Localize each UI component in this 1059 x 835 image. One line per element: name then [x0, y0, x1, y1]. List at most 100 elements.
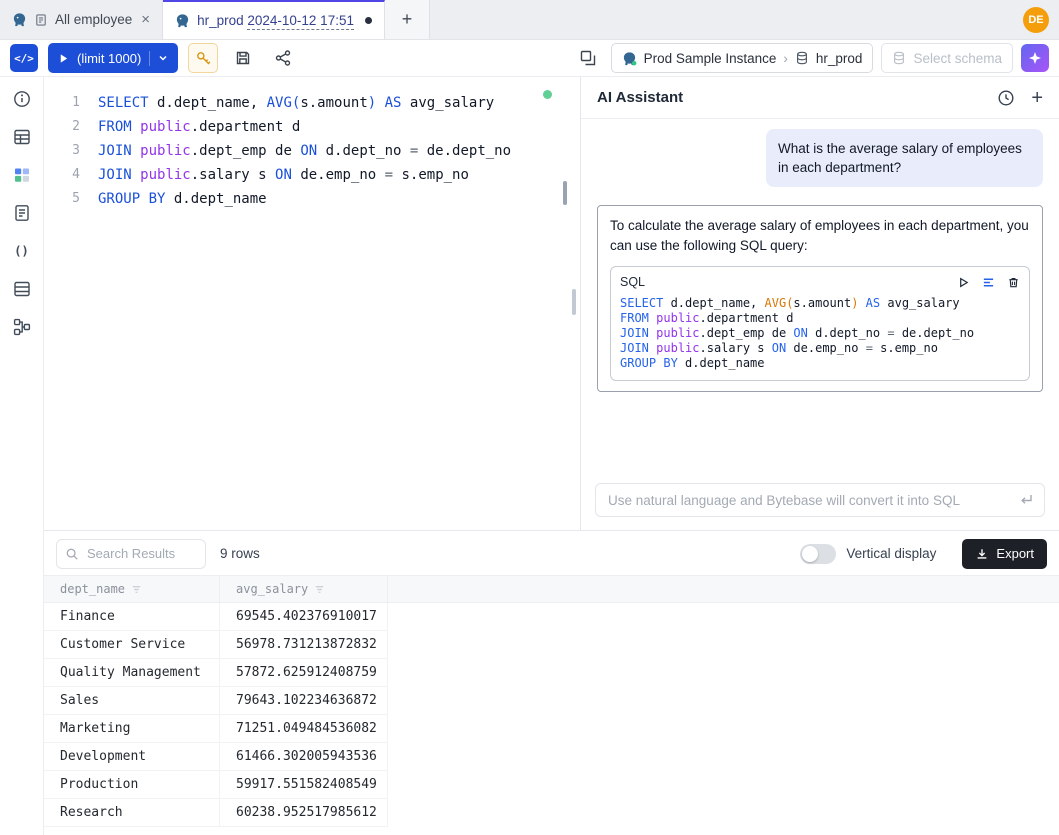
share-icon — [274, 49, 292, 67]
ai-answer-text: To calculate the average salary of emplo… — [610, 216, 1030, 256]
cell-avg-salary[interactable]: 71251.049484536082 — [220, 715, 388, 743]
cell-avg-salary[interactable]: 69545.402376910017 — [220, 603, 388, 631]
sort-icon[interactable] — [131, 584, 142, 595]
share-sheet-button[interactable] — [268, 43, 298, 73]
row-filler — [388, 603, 1059, 631]
export-label: Export — [996, 546, 1034, 561]
cell-avg-salary[interactable]: 60238.952517985612 — [220, 799, 388, 827]
splitter-grip — [572, 289, 576, 315]
cell-avg-salary[interactable]: 59917.551582408549 — [220, 771, 388, 799]
results-panel: 9 rows Vertical display Export dept_name… — [44, 532, 1059, 835]
column-header-avg-salary[interactable]: avg_salary — [220, 576, 388, 602]
worksheet-button[interactable] — [10, 201, 34, 225]
tab-all-employee[interactable]: All employee × — [0, 0, 163, 39]
cell-dept-name[interactable]: Development — [44, 743, 220, 771]
admin-mode-button[interactable] — [188, 43, 218, 73]
table-row[interactable]: Development61466.302005943536 — [44, 743, 1059, 771]
copy-panels-icon — [579, 49, 597, 67]
cell-dept-name[interactable]: Production — [44, 771, 220, 799]
table-icon — [12, 127, 32, 147]
postgres-icon — [175, 13, 190, 28]
info-button[interactable] — [10, 87, 34, 111]
table-row[interactable]: Sales79643.102234636872 — [44, 687, 1059, 715]
table-row[interactable]: Finance69545.402376910017 — [44, 603, 1059, 631]
cell-dept-name[interactable]: Research — [44, 799, 220, 827]
schema-diagram-button[interactable] — [10, 163, 34, 187]
ai-header: AI Assistant + — [581, 77, 1059, 119]
row-filler — [388, 799, 1059, 827]
new-tab-button[interactable]: + — [385, 0, 430, 39]
sql-code[interactable]: SELECT d.dept_name, AVG(s.amount) AS avg… — [98, 91, 556, 211]
join-tables-button[interactable] — [10, 315, 34, 339]
table-header-row: dept_name avg_salary — [44, 575, 1059, 603]
cell-avg-salary[interactable]: 61466.302005943536 — [220, 743, 388, 771]
unsaved-indicator — [365, 17, 372, 24]
join-tables-icon — [12, 317, 32, 337]
breadcrumb-separator: › — [783, 51, 788, 66]
ai-prompt-input[interactable] — [606, 492, 1010, 509]
search-results-box — [56, 539, 206, 569]
data-rows-button[interactable] — [10, 277, 34, 301]
procedures-button[interactable]: () — [10, 239, 34, 263]
table-row[interactable]: Customer Service56978.731213872832 — [44, 631, 1059, 659]
avatar[interactable]: DE — [1023, 7, 1049, 33]
table-row[interactable]: Marketing71251.049484536082 — [44, 715, 1059, 743]
tab-bar: All employee × hr_prod 2024-10-12 17:51 … — [0, 0, 1059, 40]
ai-code-header: SQL — [611, 267, 1029, 294]
editor-toolbar: </> (limit 1000) Prod Sample Instance › — [0, 40, 1059, 77]
schema-placeholder: Select schema — [913, 51, 1002, 66]
cell-avg-salary[interactable]: 79643.102234636872 — [220, 687, 388, 715]
tab-label: hr_prod 2024-10-12 17:51 — [197, 13, 354, 28]
cell-avg-salary[interactable]: 56978.731213872832 — [220, 631, 388, 659]
vertical-splitter[interactable] — [568, 77, 580, 530]
cell-dept-name[interactable]: Finance — [44, 603, 220, 631]
left-icon-rail: () — [0, 77, 44, 835]
ai-answer-card: To calculate the average salary of emplo… — [597, 205, 1043, 392]
sql-editor[interactable]: 12345 SELECT d.dept_name, AVG(s.amount) … — [44, 77, 568, 530]
tab-hr-prod[interactable]: hr_prod 2024-10-12 17:51 — [163, 0, 385, 39]
export-button[interactable]: Export — [962, 539, 1047, 569]
format-sql-icon[interactable] — [982, 276, 995, 289]
connection-breadcrumb[interactable]: Prod Sample Instance › hr_prod — [611, 43, 874, 73]
new-chat-icon[interactable]: + — [1031, 88, 1043, 108]
ai-input-bar — [595, 483, 1045, 517]
select-schema-dropdown[interactable]: Select schema — [881, 43, 1013, 73]
table-body: Finance69545.402376910017Customer Servic… — [44, 603, 1059, 827]
vertical-display-toggle[interactable] — [800, 544, 836, 564]
cell-dept-name[interactable]: Sales — [44, 687, 220, 715]
history-icon[interactable] — [997, 89, 1015, 107]
user-message-bubble: What is the average salary of employees … — [766, 129, 1043, 187]
delete-sql-icon[interactable] — [1007, 276, 1020, 289]
database-icon — [795, 51, 809, 65]
download-icon — [975, 547, 989, 561]
cell-dept-name[interactable]: Customer Service — [44, 631, 220, 659]
search-results-input[interactable] — [85, 545, 197, 562]
ai-code-card: SQL SELECT d.dept_name, AVG(s.amount) AS… — [610, 266, 1030, 381]
table-row[interactable]: Research60238.952517985612 — [44, 799, 1059, 827]
table-row[interactable]: Production59917.551582408549 — [44, 771, 1059, 799]
sparkle-icon — [1028, 51, 1042, 65]
key-icon — [195, 50, 212, 67]
tables-button[interactable] — [10, 125, 34, 149]
editor-scrollbar[interactable] — [563, 181, 567, 205]
row-count: 9 rows — [220, 546, 260, 561]
close-tab-icon[interactable]: × — [141, 11, 150, 28]
batch-query-button[interactable] — [573, 43, 603, 73]
cell-dept-name[interactable]: Quality Management — [44, 659, 220, 687]
code-icon: </> — [14, 52, 34, 65]
sort-icon[interactable] — [314, 584, 325, 595]
run-label: (limit 1000) — [77, 51, 141, 66]
code-panel-button[interactable]: </> — [10, 44, 38, 72]
save-sheet-button[interactable] — [228, 43, 258, 73]
run-sql-icon[interactable] — [957, 276, 970, 289]
cell-avg-salary[interactable]: 57872.625912408759 — [220, 659, 388, 687]
ai-assistant-button[interactable] — [1021, 44, 1049, 72]
column-header-dept-name[interactable]: dept_name — [44, 576, 220, 602]
tab-timestamp: 2024-10-12 17:51 — [247, 13, 354, 30]
cell-dept-name[interactable]: Marketing — [44, 715, 220, 743]
table-row[interactable]: Quality Management57872.625912408759 — [44, 659, 1059, 687]
info-icon — [12, 89, 32, 109]
run-query-button[interactable]: (limit 1000) — [48, 43, 178, 73]
enter-icon — [1018, 492, 1034, 508]
postgres-icon — [12, 12, 27, 27]
